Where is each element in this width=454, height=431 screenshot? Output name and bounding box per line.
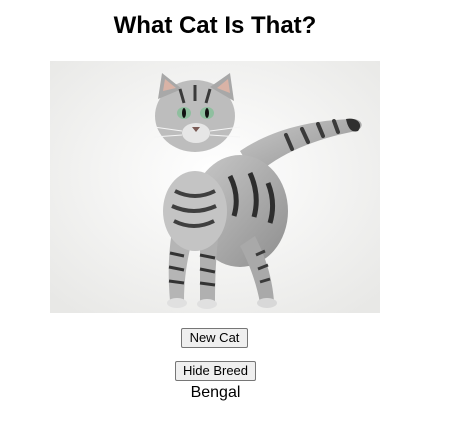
hide-breed-button[interactable]: Hide Breed [175,361,256,381]
new-cat-button[interactable]: New Cat [181,328,248,348]
page: What Cat Is That? New Cat Hide Breed Ben… [0,0,454,431]
cat-photo [50,61,380,313]
page-title: What Cat Is That? [113,12,317,39]
cat-illustration [50,61,380,313]
breed-label: Bengal [190,384,241,401]
